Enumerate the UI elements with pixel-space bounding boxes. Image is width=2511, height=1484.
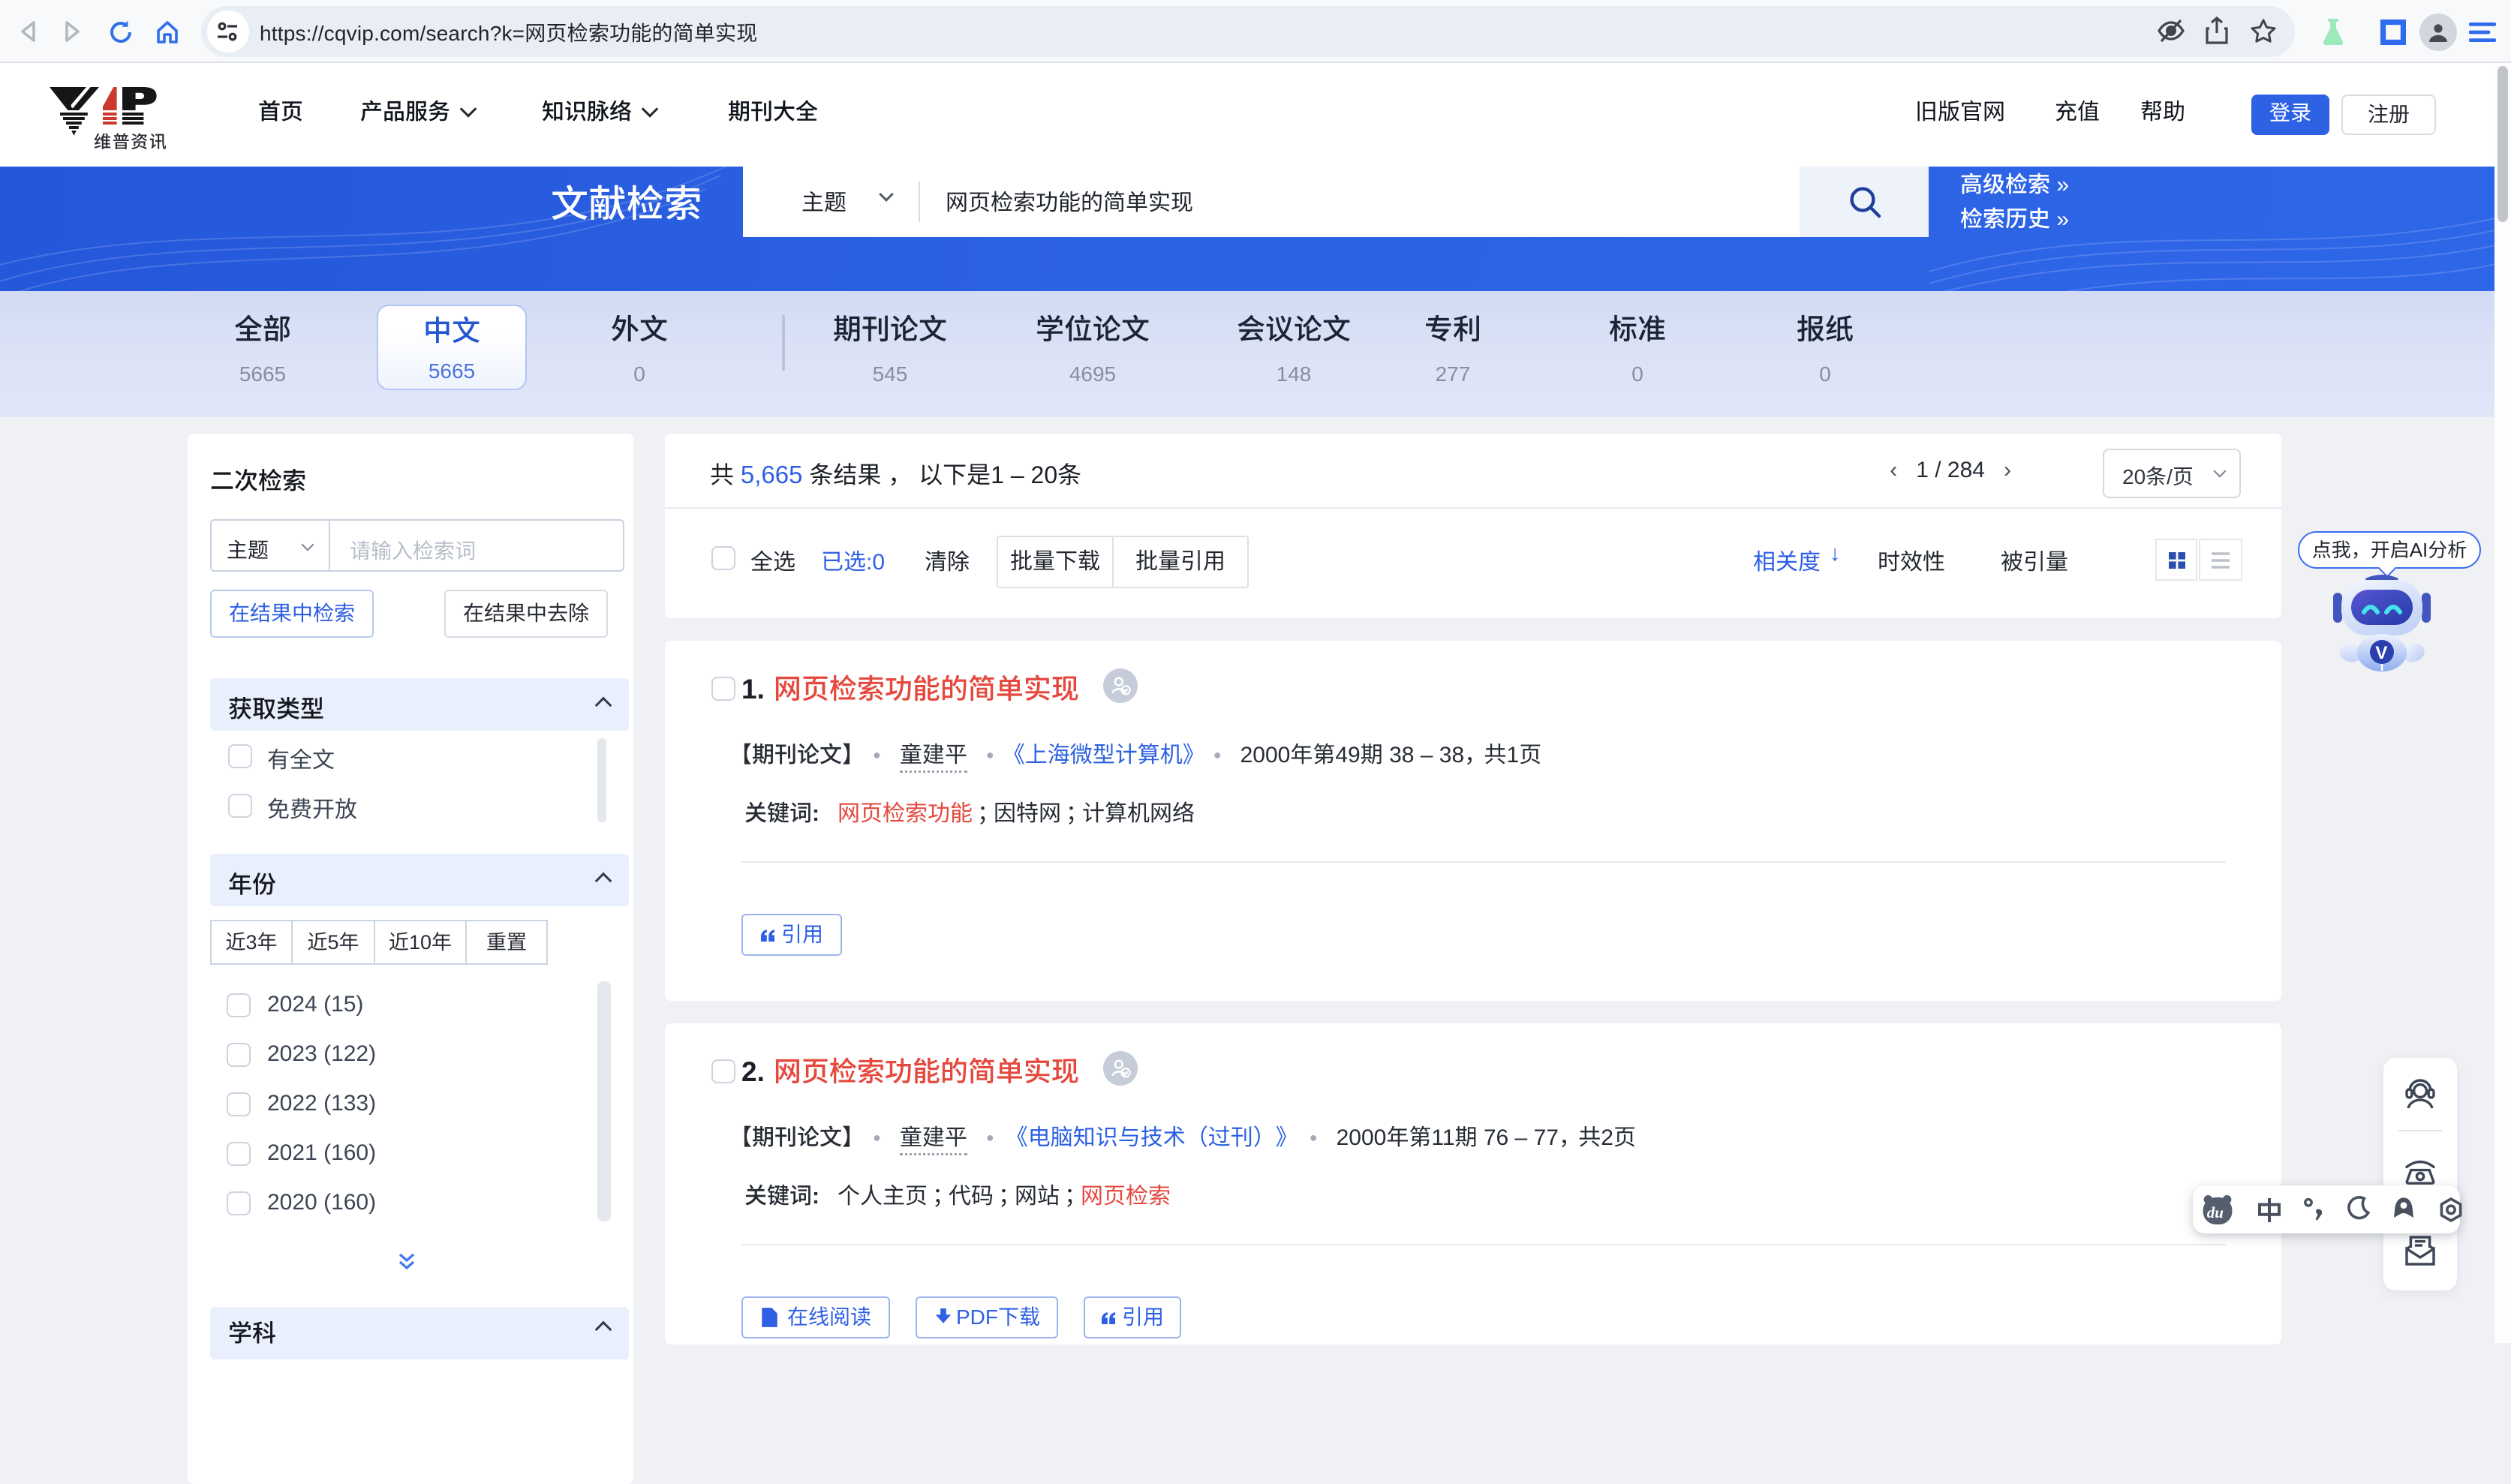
svg-text:维普资讯: 维普资讯 — [94, 128, 167, 153]
svg-text:V: V — [2375, 643, 2387, 663]
svg-text:du: du — [2207, 1203, 2224, 1221]
